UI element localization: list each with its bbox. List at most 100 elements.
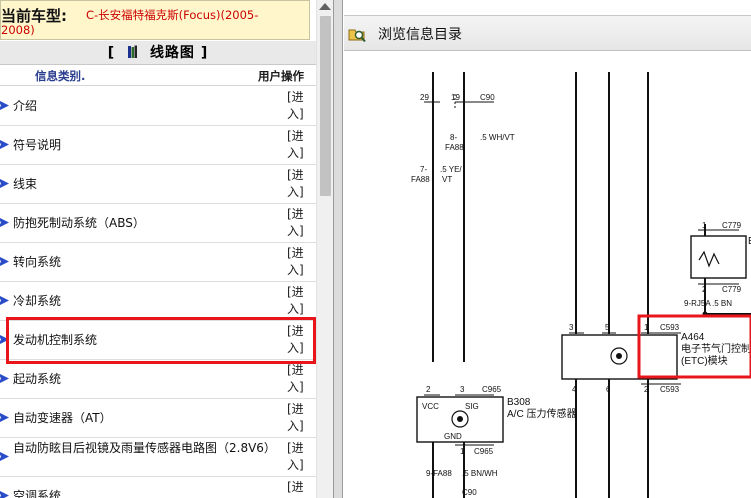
blue-arrow-icon xyxy=(0,101,9,110)
item-label: 自动防眩目后视镜及雨量传感器电路图（2.8V6） xyxy=(13,441,276,455)
fa88-b: FA88 xyxy=(411,175,430,184)
section-title-bar: [ 线路图 ] xyxy=(0,41,316,65)
right-panel: 浏览信息目录 29 19 C90 8- FA88 .5 WH/VT 7- FA8… xyxy=(344,0,751,498)
conn-c779-top: C779 xyxy=(722,221,742,230)
item-label: 防抱死制动系统（ABS） xyxy=(13,216,145,230)
conn-c779-bot: C779 xyxy=(722,285,742,294)
category-list: 介绍 [进入] 符号说明 [进入] 线束 [进入] 防抱死制动系统（ABS） [… xyxy=(0,87,316,498)
blue-arrow-icon xyxy=(0,413,9,422)
enter-link[interactable]: [进入] xyxy=(287,245,311,279)
item-label: 冷却系统 xyxy=(13,294,62,308)
wire-ye: .5 YE/ xyxy=(440,165,462,174)
browse-folder-icon[interactable] xyxy=(348,25,366,43)
list-item[interactable]: 起动系统 [进入] xyxy=(0,360,316,399)
blue-arrow-icon xyxy=(0,140,9,149)
a464-id: A464 xyxy=(681,332,705,343)
pin-7: 7- xyxy=(420,165,427,174)
pin-4: 4 xyxy=(572,385,577,394)
item-label: 介绍 xyxy=(13,99,38,113)
pin-1-bot: 1 xyxy=(460,447,465,456)
enter-link[interactable]: [进入] xyxy=(287,167,311,201)
enter-link[interactable]: [进入] xyxy=(287,479,311,498)
fa88-a: FA88 xyxy=(445,143,464,152)
item-label: 线束 xyxy=(13,177,38,191)
browse-toolbar: 浏览信息目录 xyxy=(344,15,751,51)
sig-label: SIG xyxy=(465,402,479,411)
item-label: 符号说明 xyxy=(13,138,62,152)
enter-link[interactable]: [进入] xyxy=(287,440,311,474)
vcc-label: VCC xyxy=(422,402,439,411)
wire-wh-vt: .5 WH/VT xyxy=(480,133,515,142)
left-scrollbar[interactable] xyxy=(316,0,333,498)
a464-desc-2: (ETC)模块 xyxy=(681,355,728,367)
panel-splitter[interactable] xyxy=(333,0,343,498)
left-panel: 当前车型: C-长安福特福克斯(Focus)(2005- 2008) [ 线路图… xyxy=(0,0,333,498)
section-title: 线路图 xyxy=(149,45,195,61)
list-item[interactable]: 防抱死制动系统（ABS） [进入] xyxy=(0,204,316,243)
blue-arrow-icon xyxy=(0,296,9,305)
book-icon xyxy=(128,45,138,58)
pin-3: 3 xyxy=(569,323,574,332)
conn-c965-bot: C965 xyxy=(474,447,494,456)
pin-5: 5 xyxy=(605,323,610,332)
section-bracket-left: [ xyxy=(107,45,116,61)
pin-29: 29 xyxy=(420,93,429,102)
wire-bn-wh: .5 BN/WH xyxy=(462,469,498,478)
list-item[interactable]: 自动防眩目后视镜及雨量传感器电路图（2.8V6） [进入] xyxy=(0,438,316,477)
enter-link[interactable]: [进入] xyxy=(287,89,311,123)
list-item[interactable]: 符号说明 [进入] xyxy=(0,126,316,165)
gnd-label: GND xyxy=(444,432,462,441)
enter-link[interactable]: [进入] xyxy=(287,401,311,435)
section-bracket-right: ] xyxy=(200,45,209,61)
pin-6: 6 xyxy=(606,385,611,394)
conn-c593-bot: C593 xyxy=(660,385,680,394)
scroll-up-arrow-icon[interactable] xyxy=(319,3,331,10)
vehicle-name-line1: C-长安福特福克斯(Focus)(2005- xyxy=(86,8,259,22)
vehicle-name-line2: 2008) xyxy=(1,23,35,37)
enter-link[interactable]: [进入] xyxy=(287,128,311,162)
scroll-thumb[interactable] xyxy=(320,16,331,196)
item-label: 空调系统 xyxy=(13,489,62,498)
column-header: 信息类别. 用户操作 xyxy=(0,66,316,86)
b308-id: B308 xyxy=(507,397,531,408)
list-item[interactable]: 线束 [进入] xyxy=(0,165,316,204)
conn-c90-bot: C90 xyxy=(462,488,477,497)
pin-19: 19 xyxy=(451,93,460,102)
highlight-box xyxy=(6,317,316,364)
pin-2-r: 2 xyxy=(644,385,649,394)
blue-arrow-icon xyxy=(0,374,9,383)
pin-8: 8- xyxy=(450,133,457,142)
pin-1-top: 1 xyxy=(702,221,707,230)
list-item[interactable]: 自动变速器（AT） [进入] xyxy=(0,399,316,438)
list-item[interactable]: 介绍 [进入] xyxy=(0,87,316,126)
list-item[interactable]: 冷却系统 [进入] xyxy=(0,282,316,321)
pin-2-b308: 2 xyxy=(426,385,431,394)
pin-1-b: 1 xyxy=(644,323,649,332)
list-item[interactable]: 空调系统 [进入] xyxy=(0,477,316,498)
vehicle-header: 当前车型: C-长安福特福克斯(Focus)(2005- 2008) xyxy=(0,0,310,40)
item-label: 自动变速器（AT） xyxy=(13,411,112,425)
list-item[interactable]: 转向系统 [进入] xyxy=(0,243,316,282)
pin-2-mid: 2 xyxy=(702,285,707,294)
wiring-diagram: 29 19 C90 8- FA88 .5 WH/VT 7- FA88 .5 YE… xyxy=(411,72,751,498)
wire-vt: VT xyxy=(442,175,452,184)
blue-arrow-icon xyxy=(0,179,9,188)
blue-arrow-icon xyxy=(0,491,9,498)
pin-3-b308: 3 xyxy=(460,385,465,394)
item-label: 起动系统 xyxy=(13,372,62,386)
b308-desc: A/C 压力传感器 xyxy=(507,407,576,420)
wire-5bn: .5 BN xyxy=(712,299,732,308)
column-action: 用户操作 xyxy=(258,69,304,83)
column-category: 信息类别. xyxy=(35,69,86,83)
rj5a: 9-RJ5A xyxy=(684,299,711,308)
item-label: 转向系统 xyxy=(13,255,62,269)
blue-arrow-icon xyxy=(0,452,9,461)
blue-arrow-icon xyxy=(0,218,9,227)
enter-link[interactable]: [进入] xyxy=(287,362,311,396)
browse-title: 浏览信息目录 xyxy=(378,27,462,43)
a464-desc-1: 电子节气门控制 xyxy=(681,342,751,355)
conn-c593-top: C593 xyxy=(660,323,680,332)
enter-link[interactable]: [进入] xyxy=(287,284,311,318)
enter-link[interactable]: [进入] xyxy=(287,206,311,240)
conn-c90-top: C90 xyxy=(480,93,495,102)
